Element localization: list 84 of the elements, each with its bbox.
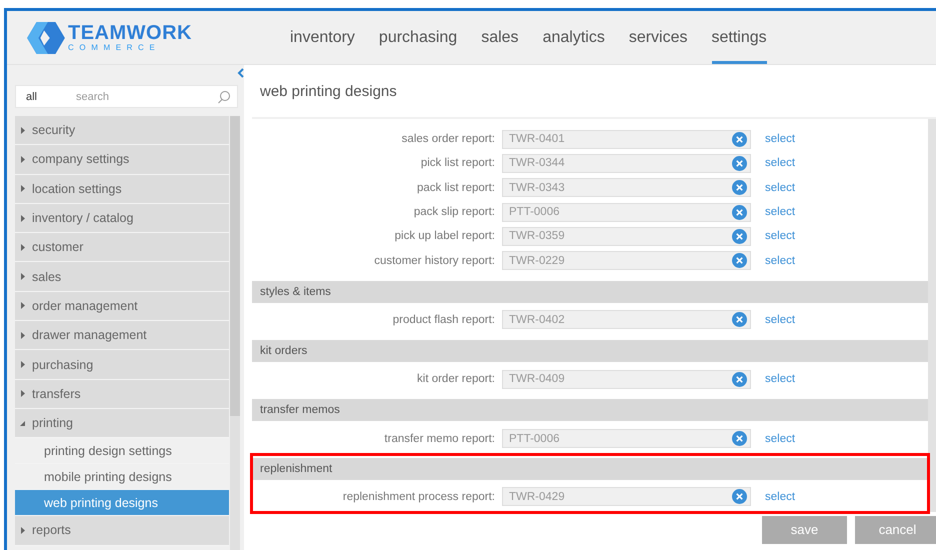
menu-label: location settings — [32, 182, 122, 196]
select-link[interactable]: select — [765, 206, 796, 218]
field-label: kit order report: — [416, 373, 496, 386]
clear-icon[interactable] — [732, 204, 747, 220]
section-header: kit orders — [252, 340, 928, 362]
page-title: web printing designs — [252, 65, 936, 119]
menu-item[interactable]: inventory / catalog — [15, 204, 229, 234]
clear-icon[interactable] — [732, 132, 747, 147]
filter-label[interactable]: all — [26, 90, 74, 102]
clear-icon[interactable] — [732, 180, 747, 196]
field-label: transfer memo report: — [383, 432, 496, 445]
field-label: customer history report: — [373, 254, 496, 267]
clear-icon[interactable] — [732, 489, 747, 504]
select-link[interactable]: select — [765, 373, 796, 386]
design-field[interactable]: TWR-0359 — [502, 226, 751, 246]
search-icon[interactable] — [217, 90, 231, 104]
section-header: transfer memos — [252, 399, 928, 422]
menu-item[interactable]: company settings — [15, 145, 229, 175]
menu-label: company settings — [32, 152, 130, 166]
design-field[interactable]: TWR-0401 — [502, 130, 751, 149]
select-link[interactable]: select — [765, 133, 796, 146]
design-field[interactable]: TWR-0402 — [502, 310, 751, 330]
nav-tab[interactable]: settings — [712, 11, 767, 64]
menu-item[interactable]: order management — [15, 292, 229, 322]
menu-item[interactable]: sales — [15, 262, 229, 292]
clear-icon[interactable] — [732, 253, 747, 268]
clear-icon[interactable] — [732, 156, 747, 171]
nav-tab[interactable]: inventory — [290, 11, 355, 64]
menu-label: sales — [32, 270, 62, 284]
menu-label: inventory / catalog — [32, 211, 134, 226]
menu-label: purchasing — [32, 358, 94, 372]
menu-item[interactable]: printing — [15, 408, 229, 438]
logo-tagline: COMMERCE — [68, 44, 162, 52]
menu-label: transfers — [32, 386, 81, 401]
select-link[interactable]: select — [765, 182, 796, 194]
logo-icon — [27, 20, 65, 54]
design-field[interactable]: PTT-0006 — [502, 202, 751, 222]
field-label: pack list report: — [416, 182, 496, 194]
select-link[interactable]: select — [765, 230, 796, 242]
menu-label: security — [32, 123, 76, 138]
menu-item[interactable]: transfers — [15, 380, 229, 409]
menu-label: printing — [32, 416, 73, 430]
collapse-icon[interactable] — [237, 68, 244, 78]
menu-label: reports — [32, 523, 71, 538]
select-link[interactable]: select — [765, 314, 796, 326]
menu-item[interactable]: purchasing — [15, 350, 229, 380]
select-link[interactable]: select — [765, 490, 796, 503]
clear-icon[interactable] — [732, 228, 747, 244]
field-label: pick list report: — [420, 157, 496, 170]
menu-item[interactable]: drawer management — [15, 321, 229, 350]
menu-item[interactable]: customer — [15, 233, 229, 262]
clear-icon[interactable] — [732, 431, 747, 446]
field-label: pick up label report: — [394, 230, 496, 242]
field-label: replenishment process report: — [342, 490, 496, 503]
menu-item[interactable]: security — [15, 116, 229, 146]
design-field[interactable]: PTT-0006 — [502, 429, 751, 448]
nav-tab[interactable]: services — [628, 11, 688, 64]
nav-tab[interactable]: purchasing — [378, 11, 458, 64]
logo-wordmark: TEAMWORK — [68, 23, 192, 43]
nav-tab[interactable]: analytics — [542, 11, 605, 64]
search-field[interactable]: all search — [15, 85, 238, 108]
clear-icon[interactable] — [732, 372, 747, 387]
section-header: styles & items — [252, 280, 928, 303]
menu-label: order management — [32, 298, 138, 313]
field-label: product flash report: — [392, 314, 496, 326]
menu-label: drawer management — [32, 328, 147, 342]
section-header: replenishment — [252, 458, 928, 480]
menu-item[interactable]: location settings — [15, 174, 229, 204]
select-link[interactable]: select — [765, 254, 796, 267]
submenu-item[interactable]: web printing designs — [15, 490, 229, 516]
design-field[interactable]: TWR-0344 — [502, 154, 751, 173]
scrollbar[interactable] — [230, 116, 240, 550]
design-field[interactable]: TWR-0229 — [502, 251, 751, 270]
design-field[interactable]: TWR-0429 — [502, 487, 751, 506]
select-link[interactable]: select — [765, 432, 796, 445]
design-field[interactable]: TWR-0409 — [502, 370, 751, 389]
field-label: sales order report: — [400, 133, 496, 146]
clear-icon[interactable] — [732, 312, 747, 328]
field-label: pack slip report: — [412, 206, 496, 218]
nav-tab[interactable]: sales — [481, 11, 519, 64]
menu-label: customer — [32, 240, 84, 254]
design-field[interactable]: TWR-0343 — [502, 178, 751, 198]
menu-item[interactable]: reports — [15, 516, 229, 546]
select-link[interactable]: select — [765, 157, 796, 170]
